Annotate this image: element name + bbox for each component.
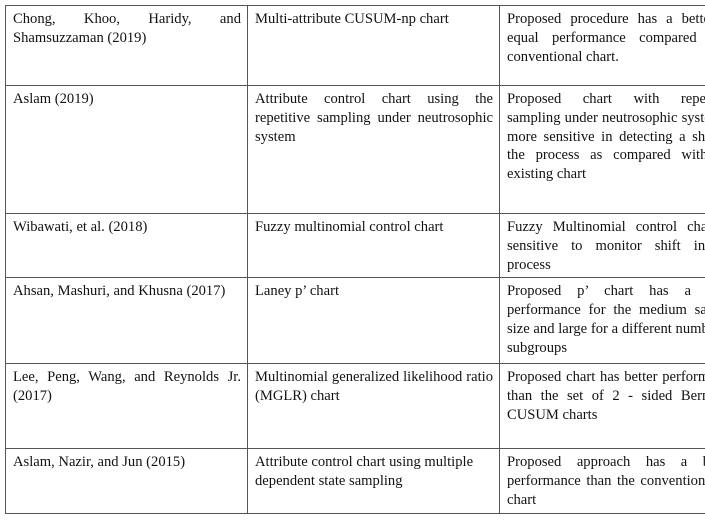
table-cell-reference: Wibawati, et al. (2018) xyxy=(5,212,248,279)
table-cell-chart: Multinomial generalized likelihood ratio… xyxy=(247,363,500,450)
table-cell-finding: Proposed procedure has a better or equal… xyxy=(499,5,705,86)
table-cell-chart: Multi-attribute CUSUM-np chart xyxy=(247,5,500,86)
finding-text: Proposed approach has a better performan… xyxy=(507,454,705,508)
chart-text: Attribute control chart using the repeti… xyxy=(255,91,493,145)
reference-text: Ahsan, Mashuri, and Khusna (2017) xyxy=(13,283,226,300)
chart-text: Laney p’ chart xyxy=(255,283,339,300)
finding-text: Fuzzy Multinomial control chart is sensi… xyxy=(507,219,705,273)
table-cell-finding: Proposed p’ chart has a good performance… xyxy=(499,277,705,365)
reference-text: Lee, Peng, Wang, and Reynolds Jr. (2017) xyxy=(13,369,241,404)
table-cell-chart: Attribute control chart using multiple d… xyxy=(247,448,500,514)
table-cell-finding: Fuzzy Multinomial control chart is sensi… xyxy=(499,212,705,279)
finding-text: Proposed chart with repetitive sampling … xyxy=(507,91,705,182)
chart-text: Attribute control chart using multiple d… xyxy=(255,454,474,489)
reference-text: Aslam (2019) xyxy=(13,91,94,107)
finding-text: Proposed chart has better performance th… xyxy=(507,369,705,423)
table-cell-reference: Aslam, Nazir, and Jun (2015) xyxy=(5,448,248,514)
reference-text: Wibawati, et al. (2018) xyxy=(13,219,148,235)
table-cell-reference: Lee, Peng, Wang, and Reynolds Jr. (2017) xyxy=(5,363,248,450)
table-cell-finding: Proposed approach has a better performan… xyxy=(499,448,705,514)
table-cell-reference: Aslam (2019) xyxy=(5,85,248,214)
chart-text: Fuzzy multinomial control chart xyxy=(255,219,444,235)
reference-text: Chong, Khoo, Haridy, and Shamsuzzaman (2… xyxy=(13,11,241,46)
table-cell-chart: Fuzzy multinomial control chart xyxy=(247,212,500,279)
table-row: Chong, Khoo, Haridy, and Shamsuzzaman (2… xyxy=(5,5,705,86)
finding-text: Proposed p’ chart has a good performance… xyxy=(507,283,705,356)
table-row: Aslam, Nazir, and Jun (2015) Attribute c… xyxy=(5,448,705,514)
chart-text: Multi-attribute CUSUM-np chart xyxy=(255,11,449,27)
table-cell-reference: Ahsan, Mashuri, and Khusna (2017) xyxy=(5,277,248,365)
table-row: Lee, Peng, Wang, and Reynolds Jr. (2017)… xyxy=(5,363,705,450)
table-cell-chart: Attribute control chart using the repeti… xyxy=(247,85,500,214)
table-row: Ahsan, Mashuri, and Khusna (2017) Laney … xyxy=(5,277,705,365)
table-row: Wibawati, et al. (2018) Fuzzy multinomia… xyxy=(5,212,705,279)
table-cell-finding: Proposed chart has better performance th… xyxy=(499,363,705,450)
finding-text: Proposed procedure has a better or equal… xyxy=(507,11,705,65)
table-cell-chart: Laney p’ chart xyxy=(247,277,500,365)
literature-review-table: Chong, Khoo, Haridy, and Shamsuzzaman (2… xyxy=(5,5,705,514)
table-cell-finding: Proposed chart with repetitive sampling … xyxy=(499,85,705,214)
table-body: Chong, Khoo, Haridy, and Shamsuzzaman (2… xyxy=(5,5,705,514)
table-row: Aslam (2019) Attribute control chart usi… xyxy=(5,85,705,214)
table-cell-reference: Chong, Khoo, Haridy, and Shamsuzzaman (2… xyxy=(5,5,248,86)
reference-text: Aslam, Nazir, and Jun (2015) xyxy=(13,454,186,471)
chart-text: Multinomial generalized likelihood ratio… xyxy=(255,369,493,404)
document-page: Chong, Khoo, Haridy, and Shamsuzzaman (2… xyxy=(0,0,705,530)
